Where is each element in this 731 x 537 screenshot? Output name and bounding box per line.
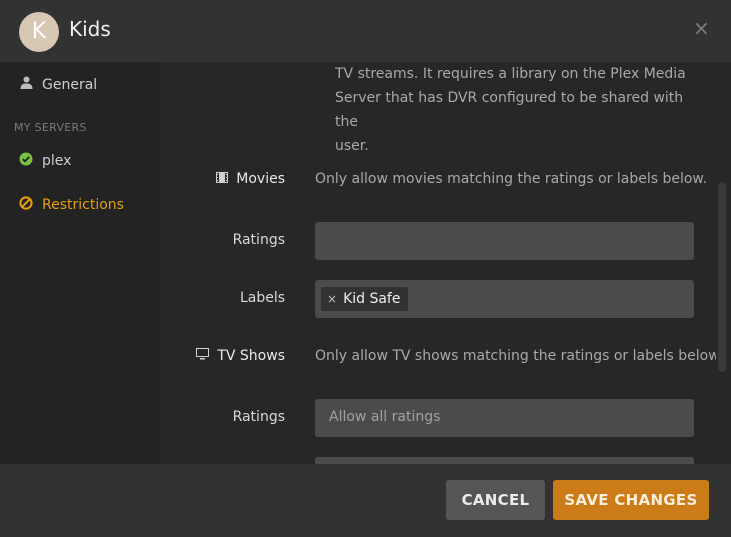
scrollbar-thumb[interactable] — [718, 182, 726, 372]
sidebar-item-plex[interactable]: plex — [18, 152, 71, 170]
movies-labels-input[interactable]: × Kid Safe — [315, 280, 694, 318]
tag-label: Kid Safe — [343, 291, 401, 307]
movies-help-text: Only allow movies matching the ratings o… — [315, 171, 708, 187]
close-icon[interactable]: × — [693, 16, 710, 40]
tv-labels-input[interactable] — [315, 457, 694, 464]
sidebar-item-general[interactable]: General — [18, 76, 97, 93]
remove-tag-icon[interactable]: × — [327, 292, 337, 306]
avatar: K — [19, 12, 59, 52]
sidebar-item-label: plex — [42, 153, 72, 169]
user-icon — [18, 76, 34, 93]
sidebar-item-restrictions[interactable]: Restrictions — [18, 196, 124, 214]
movies-ratings-input[interactable] — [315, 222, 694, 260]
label-tag-kid-safe: × Kid Safe — [321, 287, 409, 311]
tv-icon — [196, 348, 210, 364]
tv-help-text: Only allow TV shows matching the ratings… — [315, 348, 723, 364]
cancel-button[interactable]: CANCEL — [446, 480, 545, 520]
save-changes-button[interactable]: SAVE CHANGES — [553, 480, 709, 520]
restrictions-panel: TV streams. It requires a library on the… — [159, 62, 731, 464]
tv-section-label: TV Shows — [159, 348, 285, 364]
sidebar-item-label: General — [42, 76, 98, 93]
sidebar: General MY SERVERS plex Restrictions — [0, 62, 159, 464]
modal-footer: CANCEL SAVE CHANGES — [0, 464, 731, 537]
modal-header: K Kids × — [0, 0, 731, 62]
movies-ratings-label: Ratings — [232, 232, 285, 248]
tv-ratings-label: Ratings — [232, 409, 285, 425]
prohibited-icon — [18, 196, 34, 214]
film-icon — [216, 171, 229, 187]
movies-labels-label: Labels — [239, 290, 285, 306]
dvr-description: TV streams. It requires a library on the… — [335, 66, 686, 154]
tv-ratings-input[interactable]: Allow all ratings — [315, 399, 694, 437]
check-circle-icon — [18, 152, 34, 170]
sidebar-item-label: Restrictions — [42, 197, 124, 213]
movies-section-label: Movies — [159, 171, 285, 187]
modal-title: Kids — [69, 17, 111, 41]
section-label-my-servers: MY SERVERS — [14, 121, 87, 134]
